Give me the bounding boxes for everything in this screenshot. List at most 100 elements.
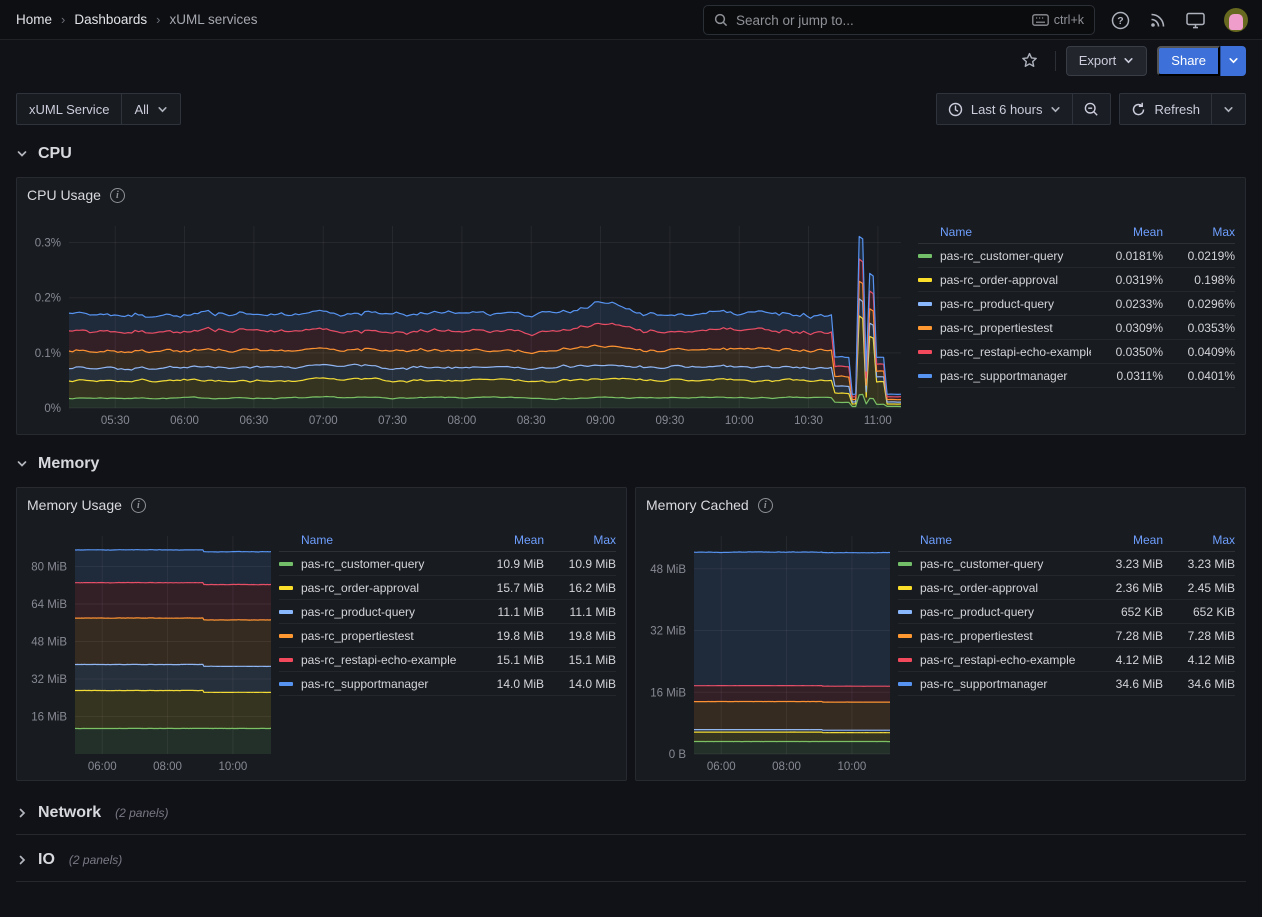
- zoom-out-time-button[interactable]: [1073, 93, 1111, 125]
- series-name[interactable]: pas-rc_product-query: [920, 605, 1091, 619]
- breadcrumb-dashboards[interactable]: Dashboards: [74, 12, 147, 27]
- variable-value-dropdown[interactable]: All: [122, 93, 180, 125]
- legend-row[interactable]: pas-rc_product-query 0.0233% 0.0296%: [918, 292, 1235, 316]
- series-name[interactable]: pas-rc_restapi-echo-example: [301, 653, 472, 667]
- panel-title[interactable]: Memory Cached: [646, 497, 749, 513]
- section-title-memory: Memory: [38, 455, 99, 473]
- favorite-star-button[interactable]: [1015, 46, 1045, 76]
- series-name[interactable]: pas-rc_propertiestest: [301, 629, 472, 643]
- series-name[interactable]: pas-rc_supportmanager: [920, 677, 1091, 691]
- legend-header-name[interactable]: Name: [301, 533, 472, 547]
- legend-row[interactable]: pas-rc_propertiestest 0.0309% 0.0353%: [918, 316, 1235, 340]
- legend-row[interactable]: pas-rc_order-approval 15.7 MiB 16.2 MiB: [279, 576, 616, 600]
- legend-row[interactable]: pas-rc_order-approval 0.0319% 0.198%: [918, 268, 1235, 292]
- svg-text:07:30: 07:30: [378, 415, 407, 427]
- series-mean-value: 15.7 MiB: [472, 581, 544, 595]
- section-header-io[interactable]: IO (2 panels): [16, 847, 1246, 873]
- monitor-icon[interactable]: [1186, 12, 1205, 29]
- legend-row[interactable]: pas-rc_customer-query 3.23 MiB 3.23 MiB: [898, 552, 1235, 576]
- legend-header-name[interactable]: Name: [940, 225, 1091, 239]
- series-name[interactable]: pas-rc_customer-query: [920, 557, 1091, 571]
- legend-row[interactable]: pas-rc_supportmanager 34.6 MiB 34.6 MiB: [898, 672, 1235, 696]
- refresh-button[interactable]: Refresh: [1119, 93, 1212, 125]
- legend-row[interactable]: pas-rc_product-query 11.1 MiB 11.1 MiB: [279, 600, 616, 624]
- memory-cached-chart[interactable]: 0 B16 MiB32 MiB48 MiB06:0008:0010:00: [642, 532, 894, 774]
- legend-row[interactable]: pas-rc_order-approval 2.36 MiB 2.45 MiB: [898, 576, 1235, 600]
- svg-text:0 B: 0 B: [669, 749, 687, 761]
- series-name[interactable]: pas-rc_product-query: [940, 297, 1091, 311]
- breadcrumb-home[interactable]: Home: [16, 12, 52, 27]
- legend-row[interactable]: pas-rc_restapi-echo-example 4.12 MiB 4.1…: [898, 648, 1235, 672]
- series-name[interactable]: pas-rc_order-approval: [920, 581, 1091, 595]
- series-name[interactable]: pas-rc_propertiestest: [920, 629, 1091, 643]
- share-menu-caret-button[interactable]: [1220, 46, 1246, 76]
- zoom-out-icon: [1084, 102, 1099, 117]
- refresh-interval-caret[interactable]: [1212, 93, 1246, 125]
- series-name[interactable]: pas-rc_customer-query: [940, 249, 1091, 263]
- series-color-chip: [279, 562, 293, 566]
- cpu-usage-chart[interactable]: 0%0.1%0.2%0.3%05:3006:0006:3007:0007:300…: [25, 222, 905, 428]
- info-icon[interactable]: i: [110, 188, 125, 203]
- series-color-chip: [898, 610, 912, 614]
- series-mean-value: 4.12 MiB: [1091, 653, 1163, 667]
- legend-row[interactable]: pas-rc_propertiestest 7.28 MiB 7.28 MiB: [898, 624, 1235, 648]
- section-header-memory[interactable]: Memory: [0, 449, 1262, 479]
- series-name[interactable]: pas-rc_customer-query: [301, 557, 472, 571]
- series-mean-value: 14.0 MiB: [472, 677, 544, 691]
- series-name[interactable]: pas-rc_order-approval: [940, 273, 1091, 287]
- export-button[interactable]: Export: [1066, 46, 1148, 76]
- refresh-group: Refresh: [1119, 93, 1246, 125]
- search-bar[interactable]: ctrl+k: [703, 5, 1095, 35]
- section-header-network[interactable]: Network (2 panels): [16, 800, 1246, 826]
- legend-row[interactable]: pas-rc_customer-query 0.0181% 0.0219%: [918, 244, 1235, 268]
- series-name[interactable]: pas-rc_restapi-echo-example: [920, 653, 1091, 667]
- search-input[interactable]: [736, 13, 1024, 28]
- legend-row[interactable]: pas-rc_supportmanager 14.0 MiB 14.0 MiB: [279, 672, 616, 696]
- series-name[interactable]: pas-rc_propertiestest: [940, 321, 1091, 335]
- series-name[interactable]: pas-rc_product-query: [301, 605, 472, 619]
- series-name[interactable]: pas-rc_supportmanager: [301, 677, 472, 691]
- legend-header-max[interactable]: Max: [1163, 533, 1235, 547]
- legend-row[interactable]: pas-rc_supportmanager 0.0311% 0.0401%: [918, 364, 1235, 388]
- info-icon[interactable]: i: [131, 498, 146, 513]
- series-max-value: 15.1 MiB: [544, 653, 616, 667]
- series-name[interactable]: pas-rc_restapi-echo-example: [940, 345, 1091, 359]
- memory-usage-chart[interactable]: 16 MiB32 MiB48 MiB64 MiB80 MiB06:0008:00…: [23, 532, 275, 774]
- user-avatar[interactable]: [1224, 8, 1248, 32]
- legend-row[interactable]: pas-rc_customer-query 10.9 MiB 10.9 MiB: [279, 552, 616, 576]
- chevron-right-icon: [16, 807, 28, 819]
- series-max-value: 0.0409%: [1163, 345, 1235, 359]
- section-header-cpu[interactable]: CPU: [0, 139, 1262, 169]
- export-label: Export: [1079, 53, 1117, 68]
- series-max-value: 19.8 MiB: [544, 629, 616, 643]
- panel-title[interactable]: CPU Usage: [27, 187, 101, 203]
- panel-title[interactable]: Memory Usage: [27, 497, 122, 513]
- series-name[interactable]: pas-rc_order-approval: [301, 581, 472, 595]
- cpu-usage-legend: Name Mean Max pas-rc_customer-query 0.01…: [918, 220, 1235, 388]
- legend-header-mean[interactable]: Mean: [1091, 533, 1163, 547]
- help-icon[interactable]: ?: [1111, 11, 1130, 30]
- legend-header-max[interactable]: Max: [544, 533, 616, 547]
- section-panels-count: (2 panels): [69, 853, 122, 867]
- legend-header-mean[interactable]: Mean: [472, 533, 544, 547]
- legend-row[interactable]: pas-rc_propertiestest 19.8 MiB 19.8 MiB: [279, 624, 616, 648]
- legend-header-max[interactable]: Max: [1163, 225, 1235, 239]
- info-icon[interactable]: i: [758, 498, 773, 513]
- series-max-value: 652 KiB: [1163, 605, 1235, 619]
- legend-row[interactable]: pas-rc_product-query 652 KiB 652 KiB: [898, 600, 1235, 624]
- svg-text:?: ?: [1117, 15, 1123, 27]
- share-button[interactable]: Share: [1157, 46, 1220, 76]
- svg-text:16 MiB: 16 MiB: [31, 711, 67, 723]
- legend-header-name[interactable]: Name: [920, 533, 1091, 547]
- legend-row[interactable]: pas-rc_restapi-echo-example 0.0350% 0.04…: [918, 340, 1235, 364]
- legend-row[interactable]: pas-rc_restapi-echo-example 15.1 MiB 15.…: [279, 648, 616, 672]
- series-color-chip: [918, 350, 932, 354]
- variable-selected-value: All: [134, 102, 148, 117]
- legend-header-mean[interactable]: Mean: [1091, 225, 1163, 239]
- series-name[interactable]: pas-rc_supportmanager: [940, 369, 1091, 383]
- series-mean-value: 0.0309%: [1091, 321, 1163, 335]
- legend-header: Name Mean Max: [898, 528, 1235, 552]
- news-rss-icon[interactable]: [1149, 11, 1167, 29]
- time-range-picker[interactable]: Last 6 hours: [936, 93, 1074, 125]
- series-color-chip: [898, 634, 912, 638]
